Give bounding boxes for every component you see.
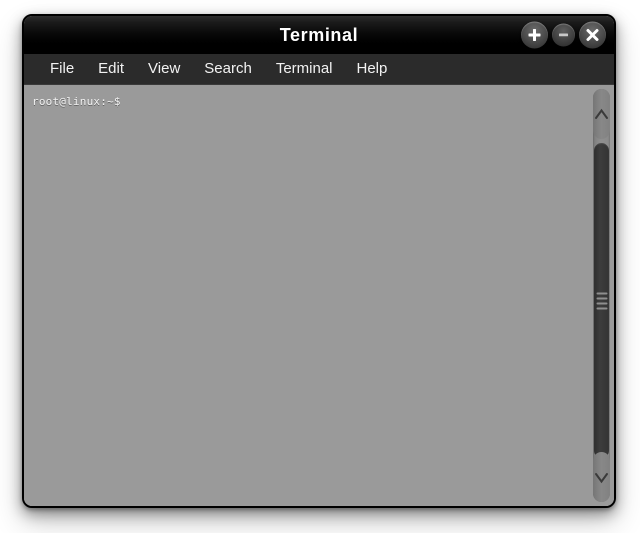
grip-horizontal-icon [596,292,607,309]
window-title: Terminal [279,24,359,45]
close-icon [586,29,599,41]
menu-item-search[interactable]: Search [192,58,264,80]
window-controls [521,21,606,49]
menu-item-edit[interactable]: Edit [86,58,136,80]
menu-item-terminal[interactable]: Terminal [264,58,345,80]
terminal-window: Terminal File Edit View Search Terminal … [22,14,616,508]
scroll-up-button[interactable] [593,89,610,139]
desktop-background: Terminal File Edit View Search Terminal … [0,0,640,533]
chevron-up-icon [595,108,608,119]
menu-item-help[interactable]: Help [345,58,400,80]
menu-item-file[interactable]: File [38,58,86,80]
terminal-output-area[interactable]: root@linux:~$ [24,85,588,506]
menubar: File Edit View Search Terminal Help [24,54,614,85]
chevron-down-icon [595,472,608,483]
plus-icon [528,29,541,41]
minimize-button[interactable] [552,23,575,47]
terminal-prompt: root@linux:~$ [32,95,121,108]
menu-item-view[interactable]: View [136,58,192,80]
vertical-scrollbar[interactable] [588,85,614,506]
horizontal-scrollbar[interactable] [24,506,614,508]
maximize-button[interactable] [521,21,548,49]
content-area: root@linux:~$ [24,85,614,506]
close-button[interactable] [579,21,606,49]
minus-icon [559,33,568,37]
window-titlebar[interactable]: Terminal [24,16,614,54]
scroll-down-button[interactable] [593,452,610,502]
vertical-scrollbar-thumb[interactable] [594,143,609,458]
